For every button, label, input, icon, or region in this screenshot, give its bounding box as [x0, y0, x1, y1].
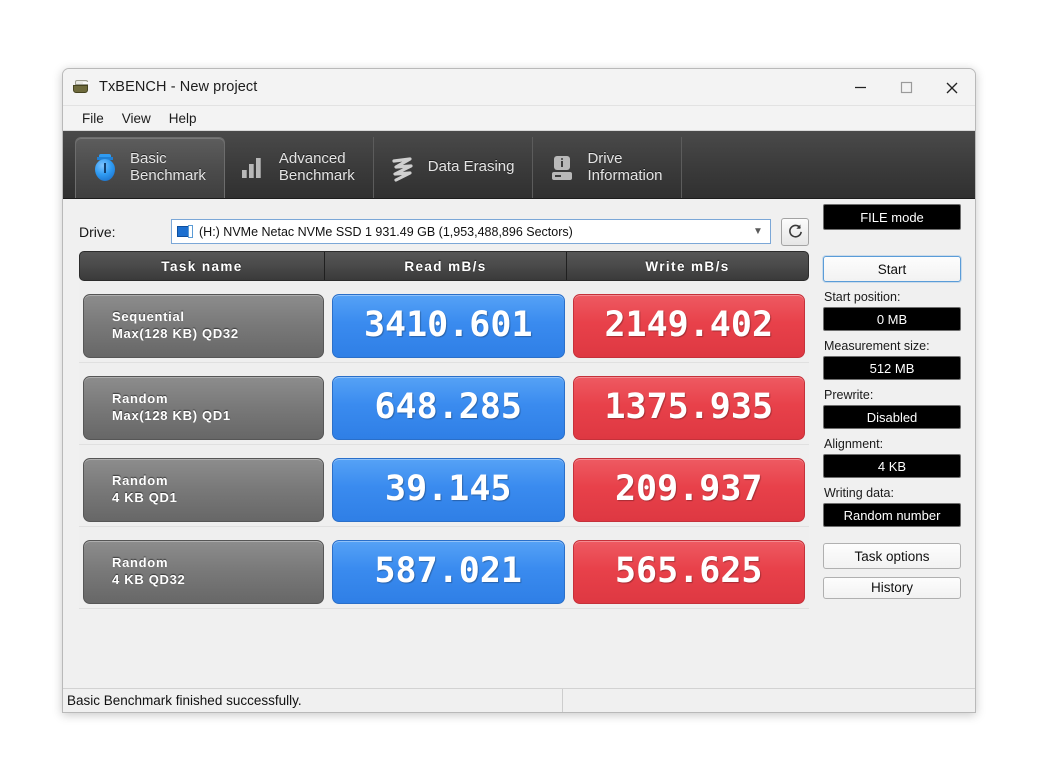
write-value-cell: 1375.935	[572, 375, 805, 440]
menu-item-view[interactable]: View	[113, 109, 160, 128]
status-bar: Basic Benchmark finished successfully.	[63, 688, 975, 713]
tab-strip: Basic Benchmark Advanced Benchmark Data …	[63, 131, 975, 199]
start-position-value[interactable]: 0 MB	[823, 307, 961, 331]
menu-item-file[interactable]: File	[73, 109, 113, 128]
stopwatch-icon	[90, 152, 120, 184]
read-value: 39.145	[385, 469, 512, 509]
write-value: 1375.935	[604, 387, 774, 427]
read-value: 587.021	[374, 551, 522, 591]
main-split: Task name Read mB/s Write mB/s Sequentia…	[63, 204, 975, 609]
drive-icon	[177, 224, 193, 239]
task-name-cell: Random 4 KB QD1	[83, 457, 324, 522]
column-header-write-mbs: Write mB/s	[645, 258, 730, 274]
drive-info-icon	[547, 152, 577, 184]
write-value: 565.625	[614, 551, 763, 591]
start-button[interactable]: Start	[823, 256, 961, 282]
task-line-1: Random	[112, 391, 169, 407]
drive-selected-value: (H:) NVMe Netac NVMe SSD 1 931.49 GB (1,…	[199, 224, 573, 239]
start-position-label: Start position:	[824, 290, 901, 304]
writing-data-value[interactable]: Random number	[823, 503, 961, 527]
alignment-label: Alignment:	[824, 437, 884, 451]
minimize-icon	[854, 86, 866, 89]
tab-label-basic-benchmark: Basic Benchmark	[130, 150, 206, 184]
task-options-button[interactable]: Task options	[823, 543, 961, 569]
table-row: Random Max(128 KB) QD1 648.285 1375.935	[79, 371, 809, 445]
close-button[interactable]	[929, 69, 975, 106]
read-value-cell: 587.021	[332, 539, 565, 604]
drive-select[interactable]: (H:) NVMe Netac NVMe SSD 1 931.49 GB (1,…	[171, 219, 771, 244]
minimize-button[interactable]	[837, 69, 883, 106]
measurement-size-label: Measurement size:	[824, 339, 930, 353]
read-value: 3410.601	[363, 305, 533, 345]
task-line-1: Random	[112, 473, 169, 489]
close-icon	[946, 82, 958, 93]
client-area: Drive: (H:) NVMe Netac NVMe SSD 1 931.49…	[63, 199, 975, 712]
results-panel: Task name Read mB/s Write mB/s Sequentia…	[79, 251, 809, 609]
alignment-value[interactable]: 4 KB	[823, 454, 961, 478]
table-header: Task name Read mB/s Write mB/s	[79, 251, 809, 281]
table-row: Sequential Max(128 KB) QD32 3410.601 214…	[79, 289, 809, 363]
measurement-size-value[interactable]: 512 MB	[823, 356, 961, 380]
menu-item-help[interactable]: Help	[160, 109, 206, 128]
write-value: 2149.402	[604, 305, 774, 345]
table-row: Random 4 KB QD1 39.145 209.937	[79, 453, 809, 527]
task-line-2: Max(128 KB) QD1	[112, 407, 231, 423]
maximize-icon	[900, 81, 912, 94]
tab-label-advanced-benchmark: Advanced Benchmark	[278, 149, 355, 184]
window-controls	[837, 69, 975, 106]
task-line-2: 4 KB QD32	[112, 571, 186, 587]
tab-label-data-erasing: Data Erasing	[427, 158, 515, 176]
read-value-cell: 648.285	[332, 375, 565, 440]
history-button[interactable]: History	[823, 577, 961, 599]
status-message: Basic Benchmark finished successfully.	[63, 688, 563, 712]
bar-chart-icon	[239, 152, 269, 184]
task-line-1: Random	[112, 555, 169, 571]
column-header-task-name: Task name	[80, 252, 325, 280]
app-icon	[73, 79, 91, 95]
read-value-cell: 39.145	[332, 457, 565, 522]
chevron-down-icon[interactable]: ▼	[750, 226, 766, 237]
maximize-button[interactable]	[883, 69, 929, 106]
file-mode-button[interactable]: FILE mode	[823, 204, 961, 230]
title-bar: TxBENCH - New project	[63, 69, 975, 106]
write-value: 209.937	[614, 469, 763, 509]
refresh-icon	[788, 224, 802, 238]
prewrite-value[interactable]: Disabled	[823, 405, 961, 429]
task-line-1: Sequential	[112, 309, 185, 325]
status-bar-right-pane	[563, 689, 975, 713]
sidebar: FILE mode Start Start position: 0 MB Mea…	[823, 204, 961, 609]
table-row: Random 4 KB QD32 587.021 565.625	[79, 535, 809, 609]
write-value-cell: 2149.402	[572, 293, 805, 358]
window-title: TxBENCH - New project	[99, 79, 258, 95]
task-name-cell: Random 4 KB QD32	[83, 539, 324, 604]
column-header-read-mbs: Read mB/s	[325, 252, 567, 280]
writing-data-label: Writing data:	[824, 486, 894, 500]
task-line-2: Max(128 KB) QD32	[112, 325, 239, 341]
write-value-cell: 565.625	[572, 539, 805, 604]
tab-basic-benchmark[interactable]: Basic Benchmark	[75, 137, 225, 198]
prewrite-label: Prewrite:	[824, 388, 874, 402]
task-name-cell: Sequential Max(128 KB) QD32	[83, 293, 324, 358]
history-button-label: History	[870, 579, 913, 595]
menu-bar: File View Help	[63, 106, 975, 131]
write-value-cell: 209.937	[572, 457, 805, 522]
tab-drive-information[interactable]: Drive Information	[533, 137, 682, 198]
refresh-button[interactable]	[781, 217, 809, 246]
read-value: 648.285	[374, 387, 522, 427]
tab-advanced-benchmark[interactable]: Advanced Benchmark	[225, 137, 374, 198]
tab-data-erasing[interactable]: Data Erasing	[374, 137, 534, 198]
drive-label: Drive:	[79, 223, 116, 240]
task-line-2: 4 KB QD1	[112, 489, 178, 505]
read-value-cell: 3410.601	[332, 293, 565, 358]
tab-label-drive-information: Drive Information	[587, 149, 663, 184]
task-name-cell: Random Max(128 KB) QD1	[83, 375, 324, 440]
shredder-icon	[388, 152, 418, 184]
txbench-window: TxBENCH - New project File View Help Bas…	[62, 68, 976, 713]
